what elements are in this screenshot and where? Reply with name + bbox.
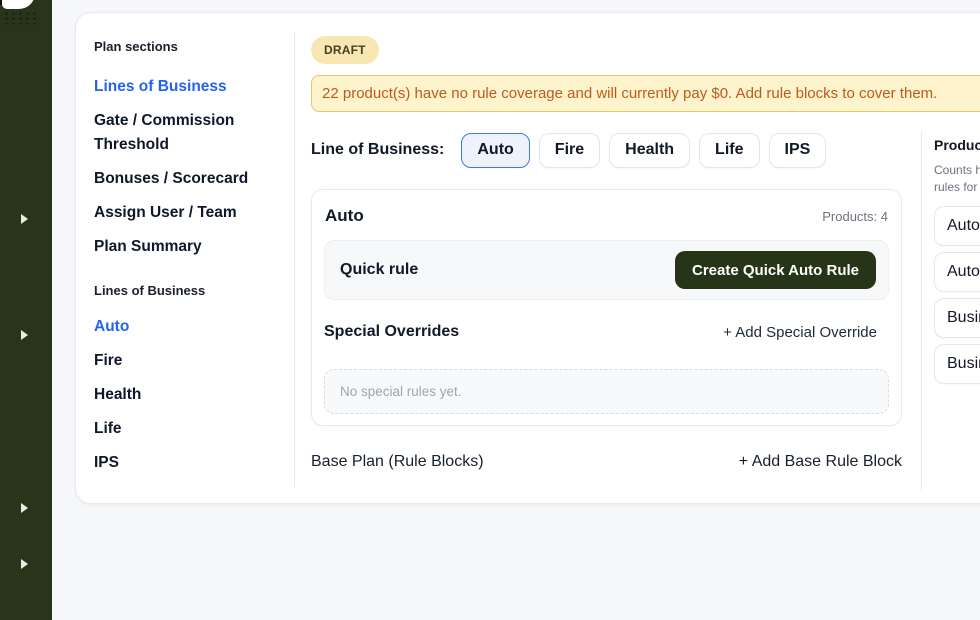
expand-chevron-icon[interactable] <box>21 214 28 224</box>
plan-builder-card: Plan sections Lines of Business Gate / C… <box>75 12 980 504</box>
nav-lob-auto[interactable]: Auto <box>94 315 266 339</box>
tab-health[interactable]: Health <box>609 133 690 168</box>
tab-ips[interactable]: IPS <box>769 133 827 168</box>
coverage-item[interactable]: Busin <box>934 344 980 384</box>
nav-item-bonuses-scorecard[interactable]: Bonuses / Scorecard <box>94 167 266 191</box>
nav-lob-life[interactable]: Life <box>94 417 266 441</box>
nav-item-gate-commission-threshold[interactable]: Gate / Commission Threshold <box>94 109 266 157</box>
coverage-item[interactable]: Auto A <box>934 252 980 292</box>
tab-auto[interactable]: Auto <box>461 133 529 168</box>
coverage-panel-subtitle-line1: Counts h <box>934 162 980 179</box>
add-special-override-link[interactable]: + Add Special Override <box>723 324 877 341</box>
nav-lob-fire[interactable]: Fire <box>94 349 266 373</box>
status-badge: DRAFT <box>311 36 379 64</box>
base-plan-row: Base Plan (Rule Blocks) + Add Base Rule … <box>311 453 902 471</box>
special-overrides-title: Special Overrides <box>324 323 459 341</box>
coverage-warning-text: 22 product(s) have no rule coverage and … <box>322 85 937 102</box>
coverage-item[interactable]: Auto <box>934 206 980 246</box>
nav-lob-health[interactable]: Health <box>94 383 266 407</box>
coverage-items-list: Auto Auto A Busin Busin <box>934 206 980 384</box>
add-base-rule-block-link[interactable]: + Add Base Rule Block <box>739 453 902 471</box>
coverage-panel-subtitle-line2: rules for t <box>934 179 980 196</box>
lob-tabs-label: Line of Business: <box>311 141 444 159</box>
base-plan-label: Base Plan (Rule Blocks) <box>311 453 484 471</box>
app-sidebar <box>0 0 52 620</box>
quick-rule-label: Quick rule <box>340 261 418 279</box>
auto-card-header: Auto Products: 4 <box>325 206 888 226</box>
nav-item-plan-summary[interactable]: Plan Summary <box>94 235 266 259</box>
product-coverage-panel: Produc Counts h rules for t Auto Auto A … <box>934 137 980 390</box>
auto-lob-card: Auto Products: 4 Quick rule Create Quick… <box>311 189 902 426</box>
expand-chevron-icon[interactable] <box>21 503 28 513</box>
lob-tabs-row: Line of Business: Auto Fire Health Life … <box>311 132 826 168</box>
tab-life[interactable]: Life <box>699 133 759 168</box>
nav-item-lines-of-business[interactable]: Lines of Business <box>94 75 266 99</box>
products-count: Products: 4 <box>822 209 888 224</box>
special-overrides-row: Special Overrides + Add Special Override <box>324 323 877 341</box>
cutoff-white-shape <box>2 0 35 9</box>
plan-sections-title: Plan sections <box>94 39 266 54</box>
expand-chevron-icon[interactable] <box>21 559 28 569</box>
nav-content-divider <box>294 31 295 487</box>
plan-sections-nav: Plan sections Lines of Business Gate / C… <box>94 39 266 485</box>
sidebar-dots-texture <box>3 11 37 26</box>
tab-fire[interactable]: Fire <box>539 133 600 168</box>
coverage-item[interactable]: Busin <box>934 298 980 338</box>
coverage-warning-banner: 22 product(s) have no rule coverage and … <box>311 75 980 112</box>
quick-rule-box: Quick rule Create Quick Auto Rule <box>324 240 889 300</box>
expand-chevron-icon[interactable] <box>21 330 28 340</box>
empty-state-text: No special rules yet. <box>340 384 462 399</box>
coverage-panel-divider <box>921 131 922 491</box>
lines-of-business-subtitle: Lines of Business <box>94 283 266 298</box>
auto-card-title: Auto <box>325 206 364 226</box>
app-canvas: Plan sections Lines of Business Gate / C… <box>0 0 980 620</box>
special-overrides-empty-state: No special rules yet. <box>324 369 889 414</box>
nav-item-assign-user-team[interactable]: Assign User / Team <box>94 201 266 225</box>
create-quick-auto-rule-button[interactable]: Create Quick Auto Rule <box>675 251 876 289</box>
coverage-panel-title: Produc <box>934 137 980 153</box>
nav-lob-ips[interactable]: IPS <box>94 451 266 475</box>
